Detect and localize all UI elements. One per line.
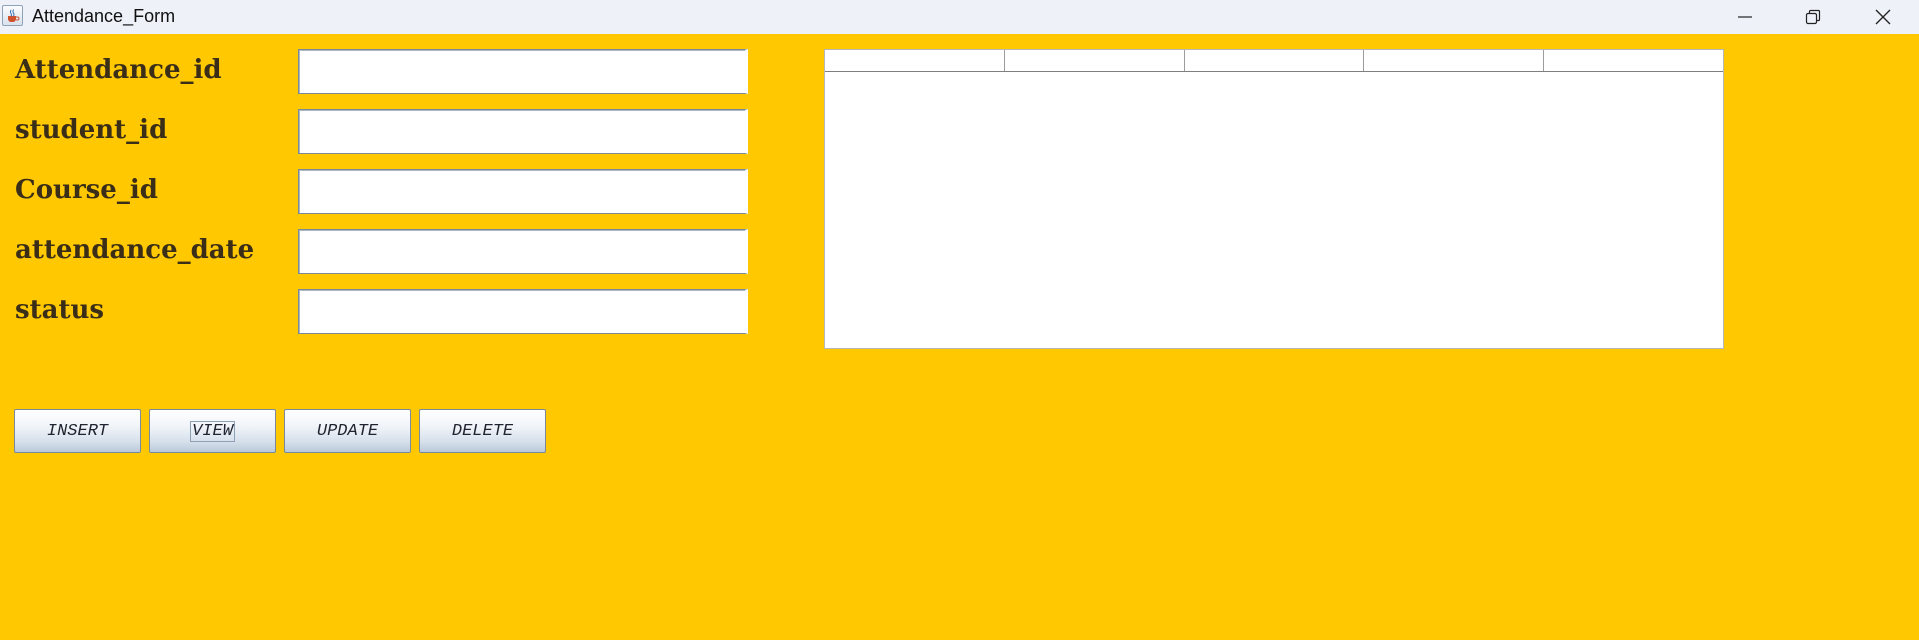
- window-title: Attendance_Form: [32, 6, 176, 26]
- insert-button[interactable]: INSERT: [14, 409, 141, 453]
- update-button-label: UPDATE: [316, 421, 379, 441]
- status-field[interactable]: [298, 289, 748, 334]
- student-id-field[interactable]: [298, 109, 748, 154]
- minimize-button[interactable]: [1712, 0, 1778, 34]
- update-button[interactable]: UPDATE: [284, 409, 411, 453]
- status-label: status: [15, 295, 105, 325]
- java-cup-icon: [2, 5, 23, 26]
- delete-button-label: DELETE: [451, 421, 514, 441]
- close-button[interactable]: [1850, 0, 1916, 34]
- attendance-form-window: Attendance_Form Attendance_id student_id…: [0, 0, 1919, 640]
- attendance-date-field[interactable]: [298, 229, 748, 274]
- title-bar[interactable]: Attendance_Form: [0, 0, 1919, 34]
- table-column-header[interactable]: [1005, 50, 1185, 71]
- attendance-date-label: attendance_date: [15, 235, 255, 265]
- table-column-header[interactable]: [1364, 50, 1545, 71]
- student-id-label: student_id: [15, 115, 168, 145]
- minimize-icon: [1737, 9, 1753, 25]
- course-id-label: Course_id: [15, 175, 158, 205]
- attendance-id-label: Attendance_id: [15, 55, 222, 85]
- insert-button-label: INSERT: [46, 421, 109, 441]
- attendance-id-field[interactable]: [298, 49, 748, 94]
- close-icon: [1875, 9, 1891, 25]
- table-column-header[interactable]: [1185, 50, 1365, 71]
- table-column-header[interactable]: [1544, 50, 1723, 71]
- course-id-field[interactable]: [298, 169, 748, 214]
- view-button-label: VIEW: [190, 420, 235, 442]
- table-body[interactable]: [825, 72, 1723, 348]
- restore-icon: [1805, 9, 1821, 25]
- table-header: [825, 50, 1723, 72]
- view-button[interactable]: VIEW: [149, 409, 276, 453]
- table-column-header[interactable]: [825, 50, 1005, 71]
- records-table[interactable]: [824, 49, 1724, 349]
- delete-button[interactable]: DELETE: [419, 409, 546, 453]
- restore-button[interactable]: [1780, 0, 1846, 34]
